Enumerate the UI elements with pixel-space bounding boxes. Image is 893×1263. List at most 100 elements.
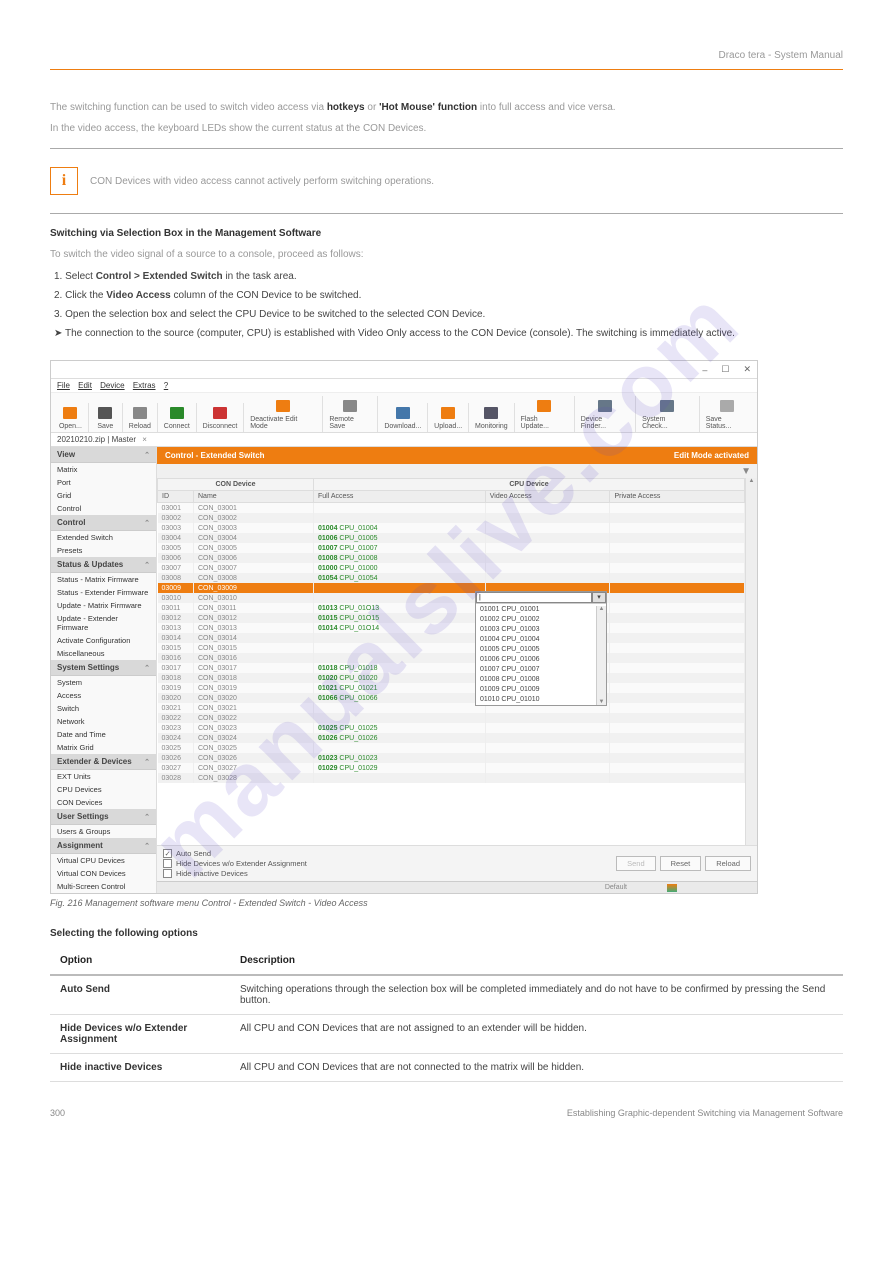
dropdown-item[interactable]: 01010 CPU_01010 — [476, 694, 606, 704]
tab-close-icon[interactable]: × — [142, 435, 147, 444]
table-row[interactable]: 03015CON_03015 — [158, 643, 745, 653]
table-row[interactable]: 03016CON_03016 — [158, 653, 745, 663]
sidebar-item-system[interactable]: System — [51, 676, 156, 689]
toolbar-deactivate-edit-mode[interactable]: Deactivate Edit Mode — [244, 396, 323, 432]
table-row[interactable]: 03002CON_03002 — [158, 513, 745, 523]
hide-inactive-checkbox[interactable]: Hide inactive Devices — [163, 869, 307, 878]
table-row[interactable]: 03026CON_0302601023 CPU_01023 — [158, 753, 745, 763]
sidebar-item-control[interactable]: Control — [51, 502, 156, 515]
toolbar-flash-update[interactable]: Flash Update... — [515, 396, 575, 432]
toolbar-save[interactable]: Save — [89, 403, 123, 432]
sidebar-item-date-and-time[interactable]: Date and Time — [51, 728, 156, 741]
sidebar-item-extended-switch[interactable]: Extended Switch — [51, 531, 156, 544]
table-row[interactable]: 03023CON_0302301025 CPU_01025 — [158, 723, 745, 733]
reset-button[interactable]: Reset — [660, 856, 702, 871]
toolbar-device-finder[interactable]: Device Finder... — [575, 396, 636, 432]
menu-file[interactable]: File — [57, 381, 70, 390]
table-row[interactable]: 03018CON_0301801020 CPU_01020 — [158, 673, 745, 683]
sidebar-item-ext-units[interactable]: EXT Units — [51, 770, 156, 783]
toolbar-disconnect[interactable]: Disconnect — [197, 403, 244, 432]
sidebar-item-presets[interactable]: Presets — [51, 544, 156, 557]
table-row[interactable]: 03012CON_0301201015 CPU_01O15 — [158, 613, 745, 623]
table-row[interactable]: 03003CON_0300301004 CPU_01004 — [158, 523, 745, 533]
dropdown-scrollbar[interactable]: ▲▼ — [596, 606, 606, 705]
sidebar-item-con-devices[interactable]: CON Devices — [51, 796, 156, 809]
table-row[interactable]: 03022CON_03022 — [158, 713, 745, 723]
tab-master[interactable]: 20210210.zip | Master — [57, 435, 136, 444]
table-row[interactable]: 03014CON_03014 — [158, 633, 745, 643]
toolbar-open[interactable]: Open... — [53, 403, 89, 432]
sidebar-item-status-matrix-firmware[interactable]: Status - Matrix Firmware — [51, 573, 156, 586]
sidebar-item-multi-screen-control[interactable]: Multi-Screen Control — [51, 880, 156, 893]
menu-edit[interactable]: Edit — [78, 381, 92, 390]
table-row[interactable]: 03024CON_0302401026 CPU_01026 — [158, 733, 745, 743]
dropdown-item[interactable]: 01011 CPU_01011 — [476, 704, 606, 705]
sidebar-header-view[interactable]: View⌃ — [51, 447, 156, 463]
table-row[interactable]: 03006CON_0300601008 CPU_01008 — [158, 553, 745, 563]
col-full-access[interactable]: Full Access — [314, 491, 486, 503]
table-row[interactable]: 03001CON_03001 — [158, 503, 745, 514]
sidebar-header-control[interactable]: Control⌃ — [51, 515, 156, 531]
table-row[interactable]: 03028CON_03028 — [158, 773, 745, 783]
auto-send-checkbox[interactable]: ✓Auto Send — [163, 849, 307, 858]
dropdown-item[interactable]: 01004 CPU_01004 — [476, 634, 606, 644]
sidebar-item-virtual-cpu-devices[interactable]: Virtual CPU Devices — [51, 854, 156, 867]
col-id[interactable]: ID — [158, 491, 194, 503]
table-row[interactable]: 03021CON_03021 — [158, 703, 745, 713]
table-row[interactable]: 03007CON_0300701000 CPU_01000 — [158, 563, 745, 573]
sidebar-item-cpu-devices[interactable]: CPU Devices — [51, 783, 156, 796]
dropdown-item[interactable]: 01002 CPU_01002 — [476, 614, 606, 624]
sidebar-header-assign[interactable]: Assignment⌃ — [51, 838, 156, 854]
sidebar-item-matrix-grid[interactable]: Matrix Grid — [51, 741, 156, 754]
dropdown-item[interactable]: 01008 CPU_01008 — [476, 674, 606, 684]
dropdown-item[interactable]: 01006 CPU_01006 — [476, 654, 606, 664]
sidebar-item-virtual-con-devices[interactable]: Virtual CON Devices — [51, 867, 156, 880]
sidebar-item-access[interactable]: Access — [51, 689, 156, 702]
table-row[interactable]: 03019CON_0301901021 CPU_01021 — [158, 683, 745, 693]
sidebar-header-user[interactable]: User Settings⌃ — [51, 809, 156, 825]
toolbar-save-status[interactable]: Save Status... — [700, 396, 755, 432]
col-name[interactable]: Name — [194, 491, 314, 503]
reload-button[interactable]: Reload — [705, 856, 751, 871]
cpu-selection-dropdown[interactable]: ▾ 01001 CPU_0100101002 CPU_0100201003 CP… — [475, 591, 607, 706]
table-row[interactable]: 03013CON_0301301014 CPU_01O14 — [158, 623, 745, 633]
scrollbar[interactable]: ▲ — [745, 478, 757, 845]
table-row[interactable]: 03020CON_0302001066 CPU_01066 — [158, 693, 745, 703]
toolbar-upload[interactable]: Upload... — [428, 403, 469, 432]
toolbar-download[interactable]: Download... — [378, 403, 428, 432]
minimize-button[interactable]: – — [702, 365, 707, 375]
dropdown-item[interactable]: 01001 CPU_01001 — [476, 604, 606, 614]
table-row[interactable]: 03017CON_0301701018 CPU_01018 — [158, 663, 745, 673]
dropdown-item[interactable]: 01007 CPU_01007 — [476, 664, 606, 674]
table-row[interactable]: 03027CON_0302701029 CPU_01029 — [158, 763, 745, 773]
sidebar-header-extdev[interactable]: Extender & Devices⌃ — [51, 754, 156, 770]
col-private-access[interactable]: Private Access — [610, 491, 745, 503]
table-row[interactable]: 03010CON_03010 — [158, 593, 745, 603]
sidebar-item-network[interactable]: Network — [51, 715, 156, 728]
col-video-access[interactable]: Video Access — [485, 491, 610, 503]
table-row[interactable]: 03025CON_03025 — [158, 743, 745, 753]
menu-help[interactable]: ? — [164, 381, 168, 390]
table-row[interactable]: 03008CON_0300801054 CPU_01054 — [158, 573, 745, 583]
sidebar-item-update-extender-firmware[interactable]: Update - Extender Firmware — [51, 612, 156, 634]
toolbar-monitoring[interactable]: Monitoring — [469, 403, 514, 432]
dropdown-input[interactable] — [476, 592, 592, 603]
send-button[interactable]: Send — [616, 856, 656, 871]
sidebar-item-miscellaneous[interactable]: Miscellaneous — [51, 647, 156, 660]
menu-device[interactable]: Device — [100, 381, 124, 390]
dropdown-arrow-icon[interactable]: ▾ — [592, 592, 606, 603]
sidebar-item-switch[interactable]: Switch — [51, 702, 156, 715]
sidebar-item-status-extender-firmware[interactable]: Status - Extender Firmware — [51, 586, 156, 599]
maximize-button[interactable]: ☐ — [721, 364, 729, 375]
hide-no-extender-checkbox[interactable]: Hide Devices w/o Extender Assignment — [163, 859, 307, 868]
sidebar-item-activate-configuration[interactable]: Activate Configuration — [51, 634, 156, 647]
toolbar-reload[interactable]: Reload — [123, 403, 158, 432]
table-row[interactable]: 03005CON_0300501007 CPU_01007 — [158, 543, 745, 553]
sidebar-item-users-groups[interactable]: Users & Groups — [51, 825, 156, 838]
dropdown-item[interactable]: 01009 CPU_01009 — [476, 684, 606, 694]
toolbar-system-check[interactable]: System Check... — [636, 396, 700, 432]
sidebar-header-syssettings[interactable]: System Settings⌃ — [51, 660, 156, 676]
table-row[interactable]: 03009CON_03009 — [158, 583, 745, 593]
dropdown-item[interactable]: 01005 CPU_01005 — [476, 644, 606, 654]
table-row[interactable]: 03011CON_0301101013 CPU_01O13 — [158, 603, 745, 613]
